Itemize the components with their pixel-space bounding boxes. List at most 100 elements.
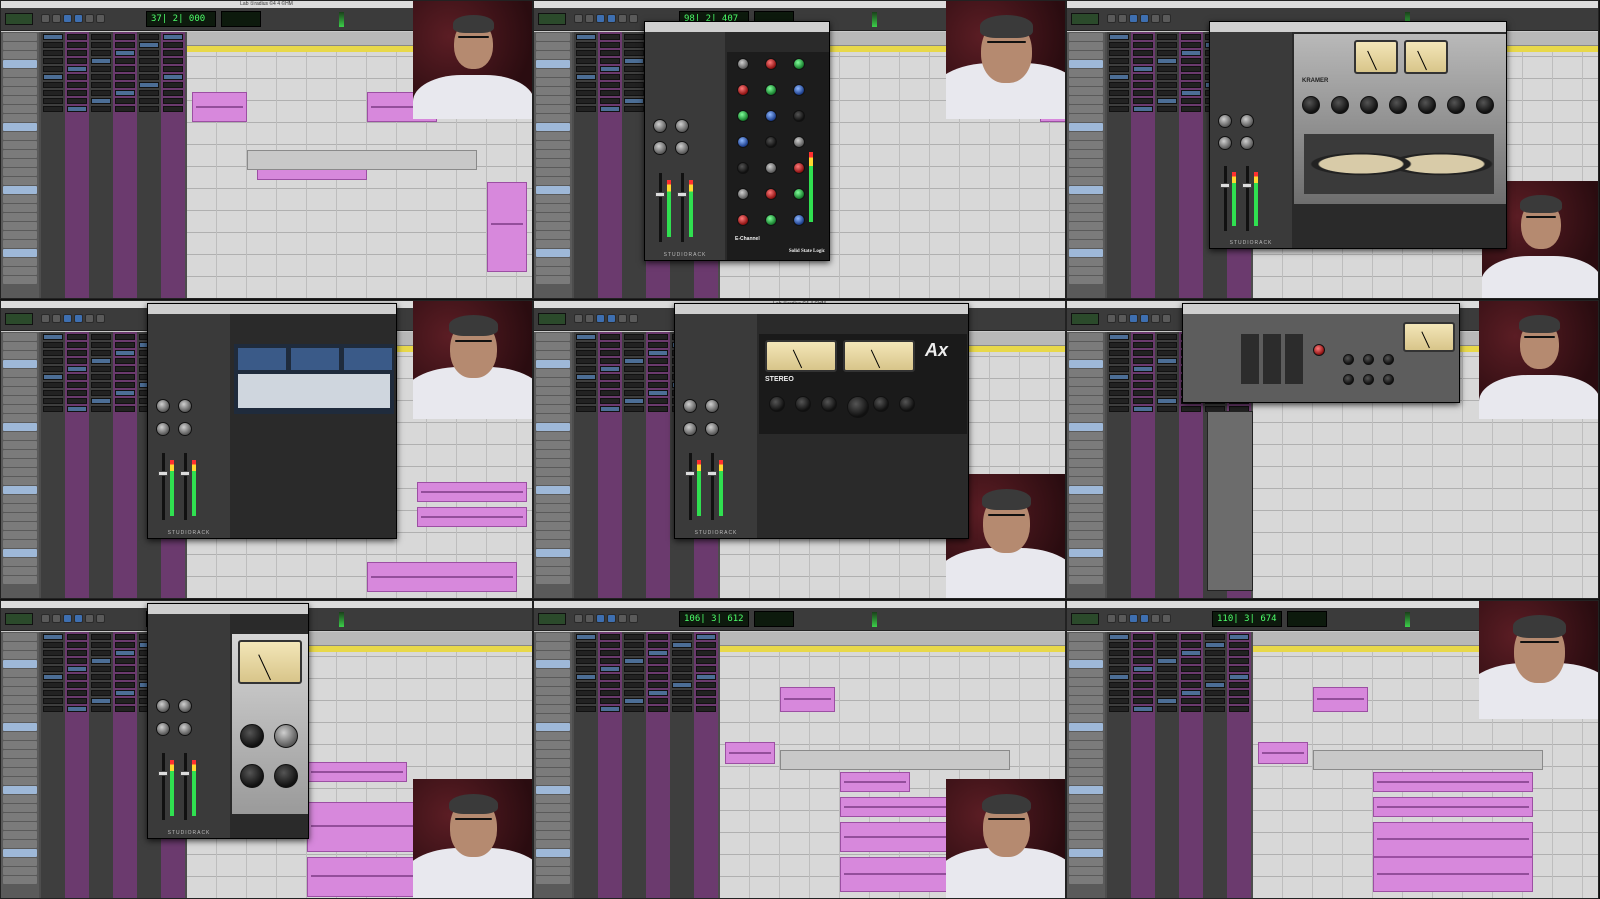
insert-slot[interactable] [1157, 390, 1177, 396]
track-name-item[interactable] [3, 558, 37, 566]
insert-slot[interactable] [1157, 690, 1177, 696]
play-icon[interactable] [574, 14, 583, 23]
insert-slot[interactable] [139, 66, 159, 72]
insert-slot[interactable] [67, 634, 87, 640]
track-name-item[interactable] [3, 513, 37, 521]
audio-clip[interactable] [1373, 772, 1533, 792]
insert-slot[interactable] [624, 634, 644, 640]
insert-slot[interactable] [115, 390, 135, 396]
insert-slot[interactable] [1133, 106, 1153, 112]
insert-slot[interactable] [91, 42, 111, 48]
insert-slot[interactable] [1109, 342, 1129, 348]
insert-slot[interactable] [624, 658, 644, 664]
track-name-item[interactable] [1069, 186, 1103, 194]
insert-slot[interactable] [624, 674, 644, 680]
insert-slot[interactable] [576, 634, 596, 640]
track-name-item[interactable] [536, 849, 570, 857]
insert-slot[interactable] [624, 74, 644, 80]
insert-slot[interactable] [43, 366, 63, 372]
track-name-item[interactable] [1069, 369, 1103, 377]
track-name-item[interactable] [1069, 777, 1103, 785]
insert-slot[interactable] [1181, 42, 1201, 48]
insert-slot[interactable] [1133, 650, 1153, 656]
insert-slot[interactable] [1109, 66, 1129, 72]
insert-slot[interactable] [600, 374, 620, 380]
insert-slot[interactable] [648, 690, 668, 696]
track-name-item[interactable] [3, 51, 37, 59]
track-name-item[interactable] [3, 423, 37, 431]
insert-slot[interactable] [115, 406, 135, 412]
track-name-item[interactable] [1069, 405, 1103, 413]
track-name-item[interactable] [536, 795, 570, 803]
track-name-item[interactable] [3, 468, 37, 476]
insert-slot[interactable] [91, 666, 111, 672]
track-name-item[interactable] [1069, 267, 1103, 275]
track-name-item[interactable] [3, 159, 37, 167]
track-name-item[interactable] [536, 705, 570, 713]
audio-clip[interactable] [725, 742, 775, 764]
insert-slot[interactable] [672, 666, 692, 672]
insert-slot[interactable] [43, 334, 63, 340]
insert-slot[interactable] [1229, 690, 1249, 696]
insert-slot[interactable] [43, 358, 63, 364]
stop-icon[interactable] [52, 314, 61, 323]
insert-slot[interactable] [1205, 706, 1225, 712]
track-name-item[interactable] [1069, 105, 1103, 113]
insert-slot[interactable] [115, 634, 135, 640]
insert-slot[interactable] [576, 674, 596, 680]
track-name-item[interactable] [536, 450, 570, 458]
ax-knob[interactable] [899, 396, 915, 412]
track-name-item[interactable] [3, 204, 37, 212]
insert-slot[interactable] [1205, 650, 1225, 656]
insert-slot[interactable] [624, 682, 644, 688]
insert-slot[interactable] [1157, 90, 1177, 96]
insert-slot[interactable] [43, 90, 63, 96]
insert-slot[interactable] [43, 98, 63, 104]
insert-slot[interactable] [1157, 658, 1177, 664]
track-name-item[interactable] [3, 33, 37, 41]
insert-slot[interactable] [43, 674, 63, 680]
insert-slot[interactable] [600, 358, 620, 364]
insert-slot[interactable] [1157, 358, 1177, 364]
track-name-item[interactable] [536, 858, 570, 866]
play-icon[interactable] [41, 314, 50, 323]
midi-region[interactable] [247, 150, 477, 170]
insert-slot[interactable] [648, 382, 668, 388]
insert-slot[interactable] [115, 642, 135, 648]
rewind-icon[interactable] [74, 314, 83, 323]
track-name-item[interactable] [1069, 678, 1103, 686]
vintage-input[interactable] [240, 724, 264, 748]
track-name-item[interactable] [1069, 231, 1103, 239]
audio-clip[interactable] [367, 562, 517, 592]
track-name-item[interactable] [3, 486, 37, 494]
rewind-icon[interactable] [1140, 314, 1149, 323]
insert-slot[interactable] [1157, 366, 1177, 372]
insert-slot[interactable] [67, 658, 87, 664]
insert-slot[interactable] [43, 42, 63, 48]
insert-slot[interactable] [672, 706, 692, 712]
track-name-item[interactable] [1069, 60, 1103, 68]
insert-slot[interactable] [1181, 658, 1201, 664]
track-name-item[interactable] [3, 405, 37, 413]
insert-slot[interactable] [1205, 658, 1225, 664]
insert-slot[interactable] [91, 90, 111, 96]
insert-slot[interactable] [91, 674, 111, 680]
insert-slot[interactable] [1229, 650, 1249, 656]
insert-slot[interactable] [624, 42, 644, 48]
insert-slot[interactable] [1133, 658, 1153, 664]
insert-slot[interactable] [91, 406, 111, 412]
insert-slot[interactable] [1157, 374, 1177, 380]
insert-slot[interactable] [1229, 674, 1249, 680]
insert-slot[interactable] [91, 366, 111, 372]
insert-slot[interactable] [1205, 698, 1225, 704]
insert-slot[interactable] [648, 658, 668, 664]
insert-slot[interactable] [600, 366, 620, 372]
insert-slot[interactable] [43, 666, 63, 672]
insert-slot[interactable] [1181, 98, 1201, 104]
insert-slot[interactable] [91, 50, 111, 56]
insert-slot[interactable] [1109, 406, 1129, 412]
insert-slot[interactable] [67, 674, 87, 680]
audio-clip[interactable] [487, 182, 527, 272]
track-name-item[interactable] [3, 750, 37, 758]
insert-slot[interactable] [1181, 66, 1201, 72]
